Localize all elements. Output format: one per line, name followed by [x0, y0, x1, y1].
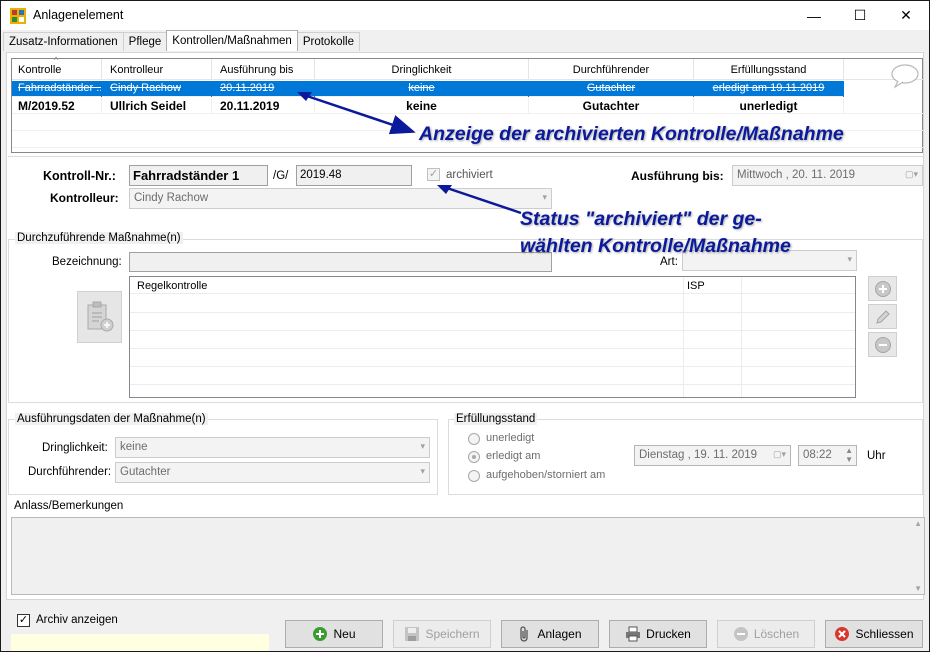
annotation-archived-status-line2: wählten Kontrolle/Maßnahme — [520, 235, 791, 257]
annotation-arrow — [300, 92, 416, 135]
annotation-archived-status-line1: Status "archiviert" der ge- — [520, 208, 762, 230]
annotation-arrow — [440, 184, 522, 215]
application-window: Anlagenelement — ☐ ✕ Zusatz-Informatione… — [0, 0, 930, 652]
tab-kontrollen-massnahmen[interactable]: Kontrollen/Maßnahmen — [166, 30, 298, 51]
annotation-archived-display: Anzeige der archivierten Kontrolle/Maßna… — [419, 123, 844, 145]
annotation-arrows — [297, 92, 522, 215]
